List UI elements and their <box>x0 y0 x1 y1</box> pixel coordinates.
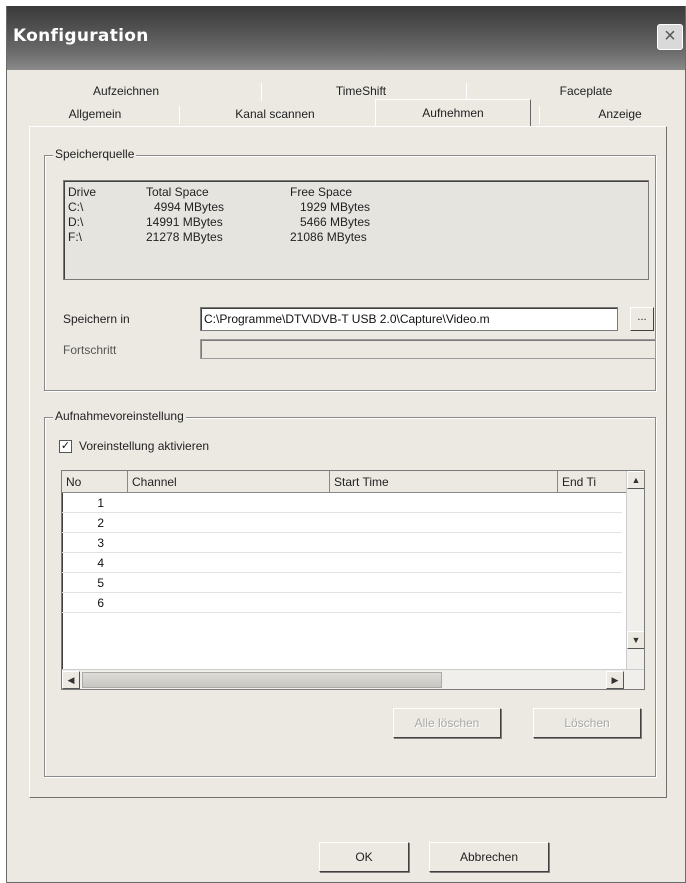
scroll-left-button[interactable]: ◀ <box>62 671 80 689</box>
total-space-c: 4994 MBytes <box>154 200 225 214</box>
browse-button[interactable]: ... <box>630 307 654 331</box>
scroll-down-button[interactable]: ▼ <box>627 631 644 649</box>
progress-bar <box>200 339 656 359</box>
tab-divider <box>179 106 180 124</box>
scroll-right-button[interactable]: ▶ <box>606 671 624 689</box>
drive-d: D:\ <box>68 215 84 229</box>
row-number: 6 <box>97 596 104 610</box>
progress-label: Fortschritt <box>63 343 117 357</box>
total-space-header: Total Space <box>146 185 209 199</box>
table-row[interactable]: 5 <box>62 573 622 593</box>
scroll-up-button[interactable]: ▲ <box>627 471 644 489</box>
scroll-up-icon: ▲ <box>631 475 641 485</box>
row-number: 5 <box>97 576 104 590</box>
table-row[interactable]: 1 <box>62 493 622 513</box>
drive-f: F:\ <box>68 230 82 244</box>
save-in-label: Speichern in <box>63 312 130 326</box>
preset-checkbox[interactable]: ✓ <box>59 440 72 453</box>
tab-kanal-scannen[interactable]: Kanal scannen <box>205 103 345 125</box>
free-space-column: Free Space 1929 MBytes 5466 MBytes 21086… <box>290 185 370 245</box>
tab-aufzeichnen[interactable]: Aufzeichnen <box>67 80 185 102</box>
drive-c: C:\ <box>68 200 84 214</box>
table-row[interactable]: 6 <box>62 593 622 613</box>
tab-divider <box>539 106 540 124</box>
close-icon: × <box>664 25 676 47</box>
row-number: 1 <box>97 496 104 510</box>
tab-row-front: Allgemein Kanal scannen Aufnehmen Anzeig… <box>55 99 679 126</box>
storage-group: Speicherquelle Drive C:\ D:\ F:\ Total S… <box>44 147 656 391</box>
scroll-down-icon: ▼ <box>631 635 641 645</box>
free-space-d: 5466 MBytes <box>300 215 371 229</box>
drive-header: Drive <box>68 185 97 199</box>
row-number: 3 <box>97 536 104 550</box>
column-no[interactable]: No <box>62 471 128 493</box>
window-title: Konfiguration <box>13 26 149 46</box>
check-icon: ✓ <box>60 440 71 452</box>
total-space-d: 14991 MBytes <box>146 215 223 229</box>
tab-anzeige[interactable]: Anzeige <box>565 103 675 125</box>
close-button[interactable]: × <box>657 24 683 50</box>
preset-legend: Aufnahmevoreinstellung <box>53 409 186 423</box>
vertical-scrollbar[interactable]: ▲ ▼ <box>626 471 644 671</box>
horizontal-scrollbar[interactable]: ◀ ▶ <box>62 669 644 689</box>
ok-button[interactable]: OK <box>319 842 409 872</box>
tab-faceplate[interactable]: Faceplate <box>521 80 651 102</box>
total-space-f: 21278 MBytes <box>146 230 223 244</box>
drive-column: Drive C:\ D:\ F:\ <box>68 185 96 245</box>
tab-aufnehmen[interactable]: Aufnehmen <box>375 99 531 126</box>
tab-panel-aufnehmen: Speicherquelle Drive C:\ D:\ F:\ Total S… <box>29 126 667 798</box>
delete-button[interactable]: Löschen <box>533 708 641 738</box>
preset-group: Aufnahmevoreinstellung ✓ Voreinstellung … <box>44 409 656 777</box>
schedule-list: No Channel Start Time End Ti 1 2 3 4 5 6… <box>61 470 645 690</box>
list-header: No Channel Start Time End Ti <box>62 471 644 493</box>
free-space-header: Free Space <box>290 185 353 199</box>
drive-list: Drive C:\ D:\ F:\ Total Space 4994 MByte… <box>63 180 649 280</box>
table-row[interactable]: 3 <box>62 533 622 553</box>
table-row[interactable]: 4 <box>62 553 622 573</box>
column-channel[interactable]: Channel <box>128 471 330 493</box>
row-number: 2 <box>97 516 104 530</box>
scroll-right-icon: ▶ <box>611 675 619 685</box>
tab-divider <box>261 83 262 101</box>
delete-all-button[interactable]: Alle löschen <box>393 708 501 738</box>
table-row[interactable]: 2 <box>62 513 622 533</box>
cancel-button[interactable]: Abbrechen <box>429 842 549 872</box>
save-path-field[interactable]: C:\Programme\DTV\DVB-T USB 2.0\Capture\V… <box>200 307 618 331</box>
config-dialog: Konfiguration × Aufzeichnen TimeShift Fa… <box>6 6 686 883</box>
storage-legend: Speicherquelle <box>53 147 137 161</box>
free-space-f: 21086 MBytes <box>290 230 367 244</box>
column-end-time[interactable]: End Ti <box>558 471 628 493</box>
tab-allgemein[interactable]: Allgemein <box>55 103 135 125</box>
title-bar[interactable]: Konfiguration × <box>7 6 685 70</box>
row-number: 4 <box>97 556 104 570</box>
column-start-time[interactable]: Start Time <box>330 471 558 493</box>
horizontal-scroll-thumb[interactable] <box>82 672 442 688</box>
tab-row-back: Aufzeichnen TimeShift Faceplate <box>61 80 679 102</box>
free-space-c: 1929 MBytes <box>300 200 371 214</box>
preset-checkbox-label: Voreinstellung aktivieren <box>79 439 210 453</box>
total-space-column: Total Space 4994 MBytes 14991 MBytes 212… <box>146 185 224 245</box>
scroll-left-icon: ◀ <box>67 675 75 685</box>
